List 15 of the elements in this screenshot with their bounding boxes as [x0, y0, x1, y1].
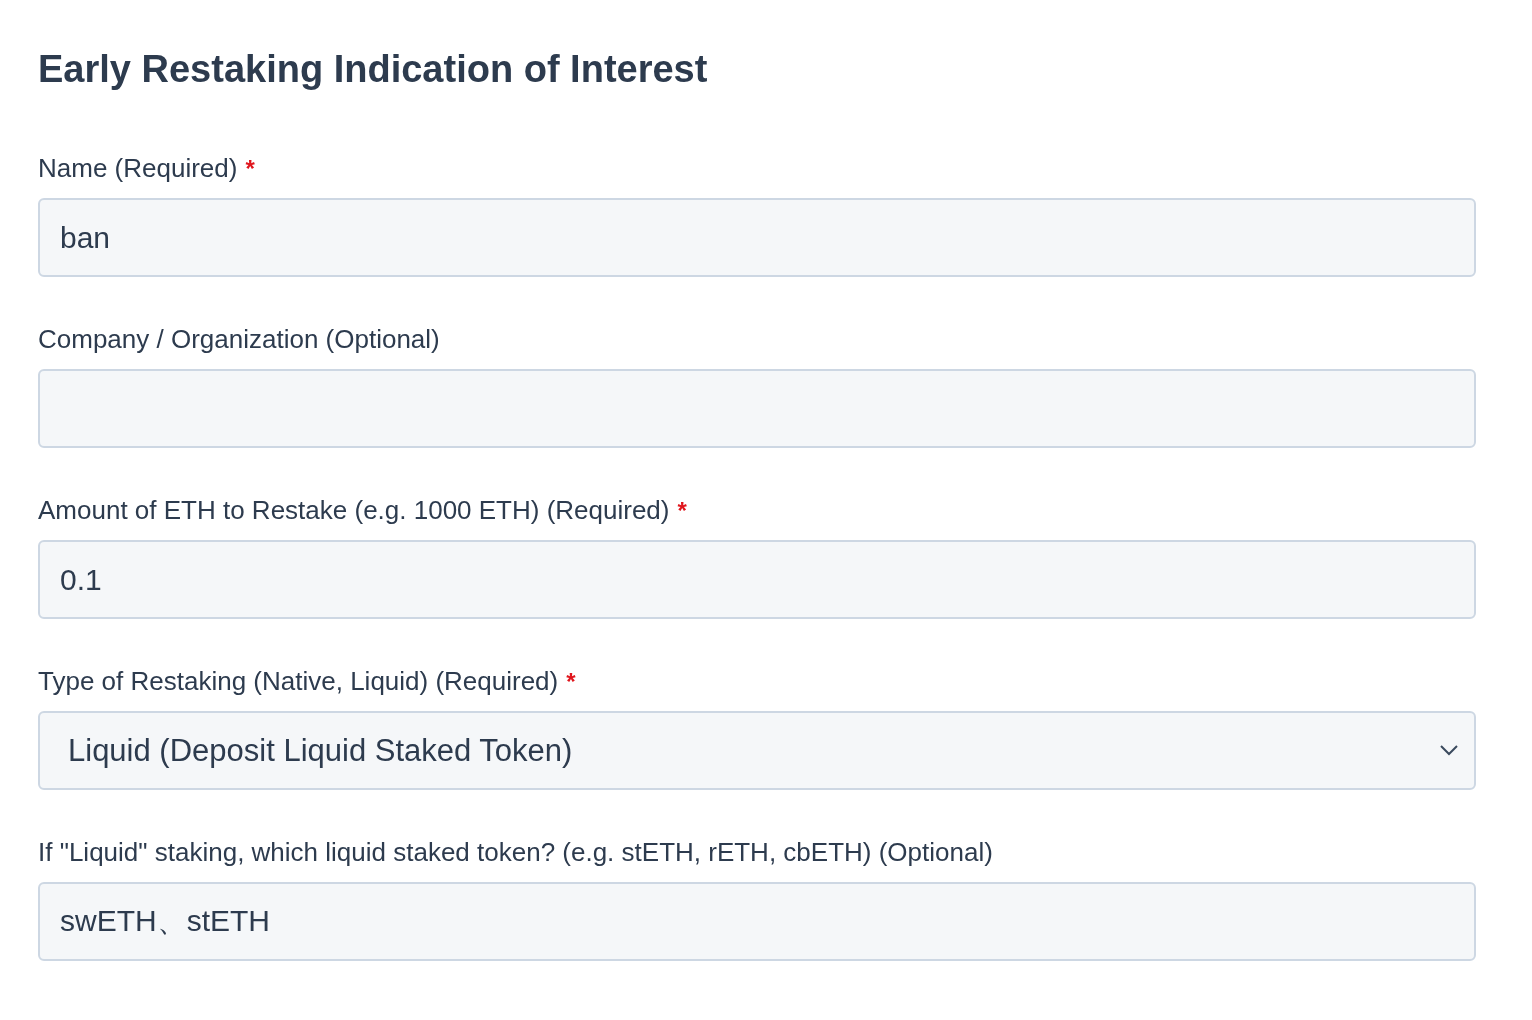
input-field[interactable]: swETH、stETH: [38, 882, 1476, 961]
form-title: Early Restaking Indication of Interest: [38, 47, 709, 92]
required-asterisk: *: [677, 497, 687, 525]
field-label: If "Liquid" staking, which liquid staked token? (e.g. stETH, rETH, cbETH) (Optional): [38, 836, 993, 868]
dropdown-field[interactable]: Liquid (Deposit Liquid Staked Token): [38, 711, 1476, 790]
field-label: Company / Organization (Optional): [38, 323, 440, 355]
field-label: Type of Restaking (Native, Liquid) (Required): [38, 665, 559, 697]
input-field[interactable]: ban: [38, 198, 1476, 277]
input-field[interactable]: [38, 369, 1476, 448]
required-asterisk: *: [245, 155, 255, 183]
chevron-down-icon: [1440, 745, 1458, 756]
field-label: Name (Required): [38, 152, 238, 184]
field-label: Amount of ETH to Restake (e.g. 1000 ETH) (Required): [38, 494, 670, 526]
required-asterisk: *: [566, 668, 576, 696]
input-field[interactable]: 0.1: [38, 540, 1476, 619]
